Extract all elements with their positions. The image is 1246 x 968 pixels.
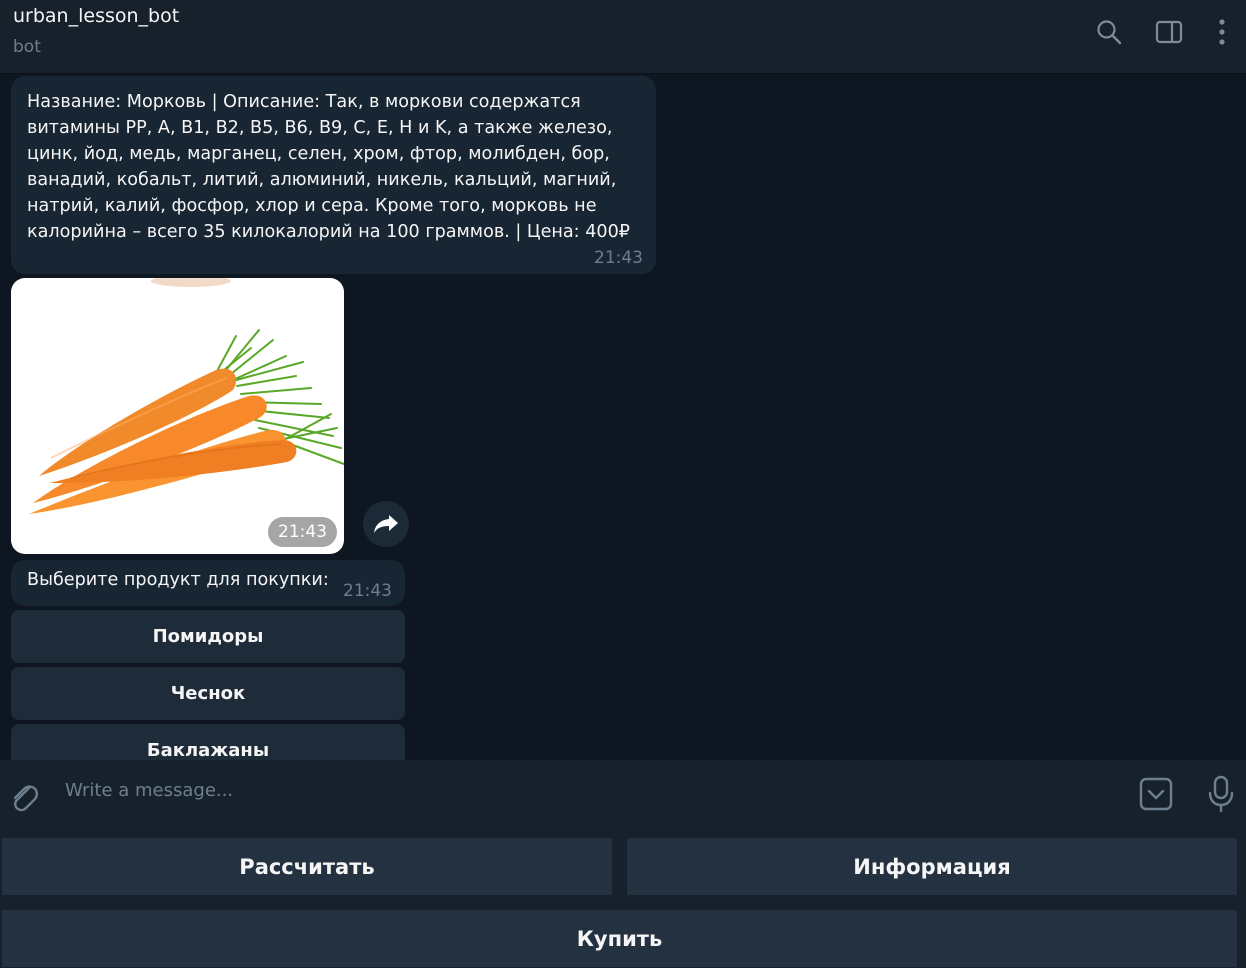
inline-button-tomatoes[interactable]: Помидоры: [11, 610, 405, 663]
chat-header: urban_lesson_bot bot: [0, 0, 1246, 74]
reply-button-buy[interactable]: Купить: [2, 910, 1237, 967]
keyboard-toggle-icon[interactable]: [1139, 777, 1173, 811]
message-text: Название: Морковь | Описание: Так, в мор…: [27, 92, 630, 242]
inline-button-garlic[interactable]: Чеснок: [11, 667, 405, 720]
carrots-image: [29, 278, 344, 514]
microphone-icon[interactable]: [1206, 774, 1236, 814]
chat-title[interactable]: urban_lesson_bot: [13, 5, 179, 27]
share-icon: [374, 515, 398, 533]
message-product-description[interactable]: Название: Морковь | Описание: Так, в мор…: [11, 76, 656, 274]
search-icon[interactable]: [1095, 18, 1123, 46]
attach-icon[interactable]: [8, 778, 40, 814]
message-input[interactable]: Write a message...: [65, 780, 233, 801]
sidebar-toggle-icon[interactable]: [1155, 18, 1183, 46]
message-photo[interactable]: 21:43: [11, 278, 344, 554]
chat-subtitle: bot: [13, 37, 41, 57]
message-text: Выберите продукт для покупки:: [27, 570, 329, 590]
message-choose-product[interactable]: Выберите продукт для покупки: 21:43: [11, 560, 405, 606]
more-vertical-icon[interactable]: [1208, 18, 1236, 46]
reply-keyboard: Рассчитать Информация Купить: [0, 832, 1246, 968]
inline-button-eggplant[interactable]: Баклажаны: [11, 724, 405, 760]
message-list[interactable]: Название: Морковь | Описание: Так, в мор…: [0, 74, 1246, 760]
message-composer: Write a message...: [0, 760, 1246, 832]
message-time: 21:43: [343, 581, 392, 601]
photo-time: 21:43: [268, 517, 337, 547]
message-time: 21:43: [594, 248, 643, 268]
reply-button-calculate[interactable]: Рассчитать: [2, 838, 612, 895]
share-button[interactable]: [363, 501, 409, 547]
reply-button-info[interactable]: Информация: [627, 838, 1237, 895]
